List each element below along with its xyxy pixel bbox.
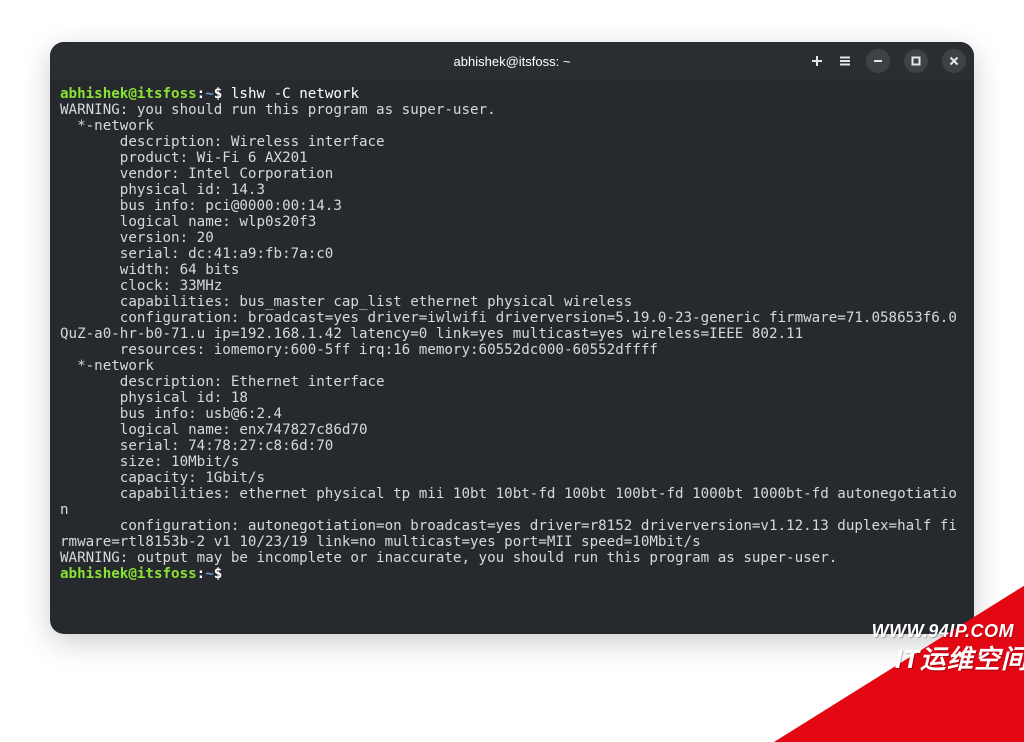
prompt-colon: : [197, 86, 206, 102]
new-tab-button[interactable] [810, 54, 824, 68]
prompt-colon-2: : [197, 566, 206, 582]
maximize-icon [911, 56, 921, 66]
plus-icon [810, 54, 824, 68]
watermark-banner: WWW.94IP.COM IT运维空间 [774, 562, 1024, 682]
prompt-path: ~ [205, 86, 214, 102]
close-icon [949, 56, 959, 66]
minimize-button[interactable] [866, 49, 890, 73]
window-controls [810, 49, 966, 73]
titlebar: abhishek@itsfoss: ~ [50, 42, 974, 80]
command-text: lshw -C network [231, 86, 359, 102]
prompt-dollar: $ [214, 86, 223, 102]
command-output: WARNING: you should run this program as … [60, 102, 965, 566]
watermark-name: IT运维空间 [895, 639, 1024, 676]
window-title: abhishek@itsfoss: ~ [454, 54, 571, 69]
prompt-dollar-2: $ [214, 566, 223, 582]
prompt-path-2: ~ [205, 566, 214, 582]
hamburger-icon [838, 54, 852, 68]
menu-button[interactable] [838, 54, 852, 68]
maximize-button[interactable] [904, 49, 928, 73]
close-button[interactable] [942, 49, 966, 73]
minimize-icon [873, 56, 883, 66]
prompt-user-host: abhishek@itsfoss [60, 86, 197, 102]
prompt-user-host-2: abhishek@itsfoss [60, 566, 197, 582]
